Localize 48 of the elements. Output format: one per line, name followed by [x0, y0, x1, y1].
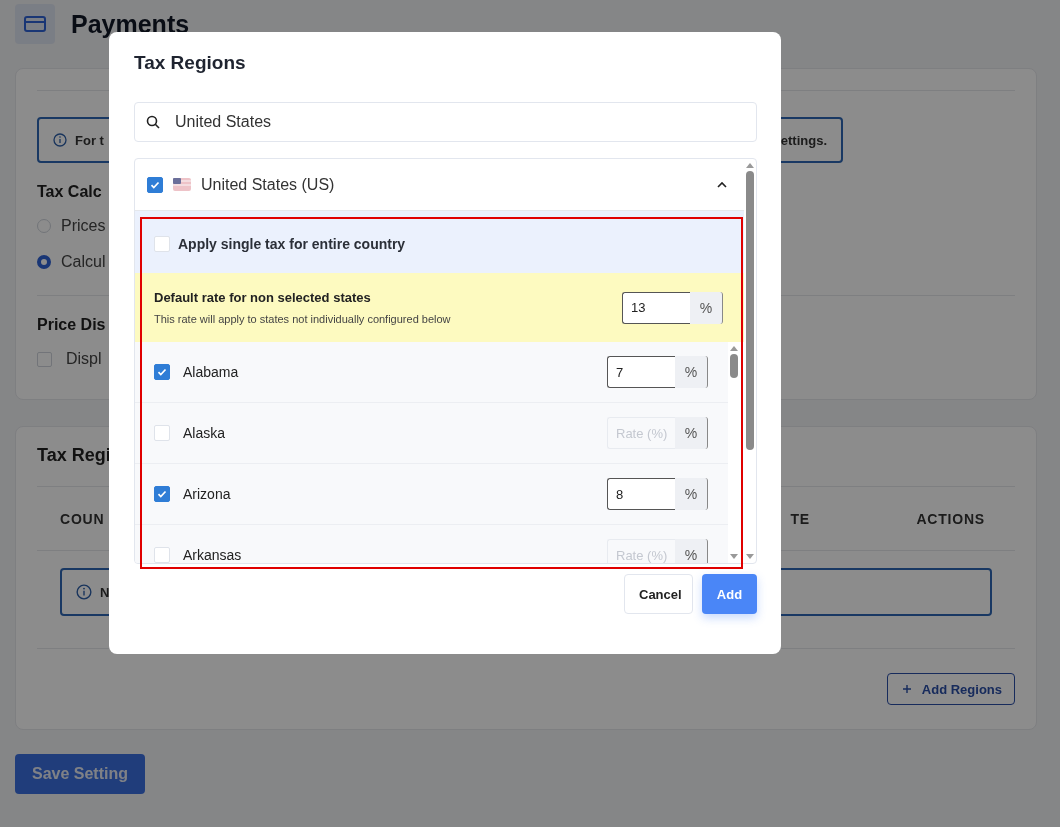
info-text: For t — [75, 132, 104, 148]
search-field[interactable]: United States — [134, 102, 757, 142]
checkbox-label: Apply single tax for entire country — [178, 236, 406, 252]
search-icon — [146, 115, 160, 129]
check-icon — [156, 366, 168, 378]
default-rate-note: This rate will apply to states not individually configured below — [154, 313, 452, 325]
checkbox[interactable] — [154, 364, 170, 380]
info-text: ettings. — [780, 132, 827, 148]
chevron-icon[interactable] — [716, 180, 728, 189]
radio-label: Prices — [61, 217, 106, 235]
section-heading: Price Dis — [37, 316, 106, 334]
add-regions-button[interactable]: Add Regions — [886, 673, 1015, 705]
section-heading: Tax Regi — [37, 445, 111, 466]
card-icon — [15, 4, 55, 44]
notice-text: N — [100, 584, 110, 600]
column-header: COUN — [60, 510, 106, 527]
percent-addon: % — [675, 478, 708, 510]
state-name: Arkansas — [183, 547, 243, 563]
rate-field[interactable]: 13 — [622, 291, 690, 324]
column-header: ACTIONS — [916, 510, 985, 527]
check-icon — [156, 488, 168, 500]
page-title: Payments — [71, 9, 190, 39]
state-name: Alabama — [183, 364, 240, 380]
percent-addon: % — [675, 417, 708, 449]
state-row[interactable]: Arizona 8 % — [135, 464, 728, 525]
dialog-title: Tax Regions — [134, 52, 247, 75]
state-name: Alaska — [183, 425, 227, 441]
flag-icon — [173, 178, 191, 191]
state-row[interactable]: Alabama 7 % — [135, 342, 728, 403]
checkbox[interactable] — [147, 176, 163, 193]
percent-addon: % — [675, 356, 708, 388]
rate-field[interactable]: 8 — [607, 478, 675, 510]
section-heading: Tax Calc — [37, 183, 102, 201]
plus-icon — [901, 684, 912, 694]
info-icon — [76, 584, 92, 600]
state-name: Arizona — [183, 486, 232, 502]
percent-addon: % — [675, 539, 708, 563]
checkbox-label: Displ — [66, 350, 102, 368]
rate-field[interactable]: 7 — [607, 356, 675, 388]
radio-label: Calcul — [61, 253, 106, 271]
percent-addon: % — [690, 291, 723, 324]
info-icon — [53, 133, 67, 147]
default-rate-title: Default rate for non selected states — [154, 290, 372, 305]
radio-button[interactable] — [37, 255, 51, 269]
column-header: TE — [790, 510, 811, 527]
country-name: United States (US) — [201, 175, 335, 194]
cancel-button[interactable]: Cancel — [624, 574, 693, 614]
checkbox[interactable] — [154, 486, 170, 502]
